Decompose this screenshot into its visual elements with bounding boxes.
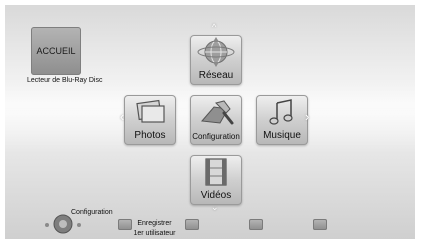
photos-icon <box>136 99 165 123</box>
home-title-box: ACCUEIL <box>31 27 81 75</box>
videos-label: Vidéos <box>200 190 232 201</box>
register-line-1: Enregistrer <box>137 220 172 227</box>
chevron-right-icon: › <box>305 109 310 124</box>
configuration-label: Configuration <box>192 132 240 141</box>
videos-tile[interactable]: Vidéos <box>190 155 242 205</box>
photos-tile[interactable]: Photos <box>124 95 176 145</box>
green-function-button[interactable] <box>185 219 199 230</box>
chevron-left-icon: ‹ <box>120 109 125 124</box>
configuration-tile[interactable]: Configuration <box>190 95 242 145</box>
yellow-function-button[interactable] <box>249 219 263 230</box>
home-title: ACCUEIL <box>36 46 76 56</box>
blue-function-button[interactable] <box>313 219 327 230</box>
music-tile[interactable]: Musique <box>256 95 308 145</box>
film-icon <box>205 158 227 186</box>
tools-icon <box>201 100 234 125</box>
music-label: Musique <box>263 130 301 141</box>
network-tile[interactable]: Réseau <box>190 35 242 85</box>
register-line-2: 1er utilisateur <box>133 230 176 237</box>
chevron-up-icon: ^ <box>212 22 217 32</box>
music-note-icon <box>269 99 293 125</box>
home-screen: ACCUEIL Lecteur de Blu-Ray Disc Réseau P… <box>5 5 415 239</box>
photos-label: Photos <box>134 130 166 141</box>
network-label: Réseau <box>198 70 234 81</box>
device-label: Lecteur de Blu-Ray Disc <box>27 77 103 84</box>
globe-icon <box>197 37 235 67</box>
bottom-configuration-label: Configuration <box>71 209 113 216</box>
register-first-user-label: Enregistrer 1er utilisateur <box>127 219 182 239</box>
chevron-down-icon: ⌄ <box>211 202 219 212</box>
